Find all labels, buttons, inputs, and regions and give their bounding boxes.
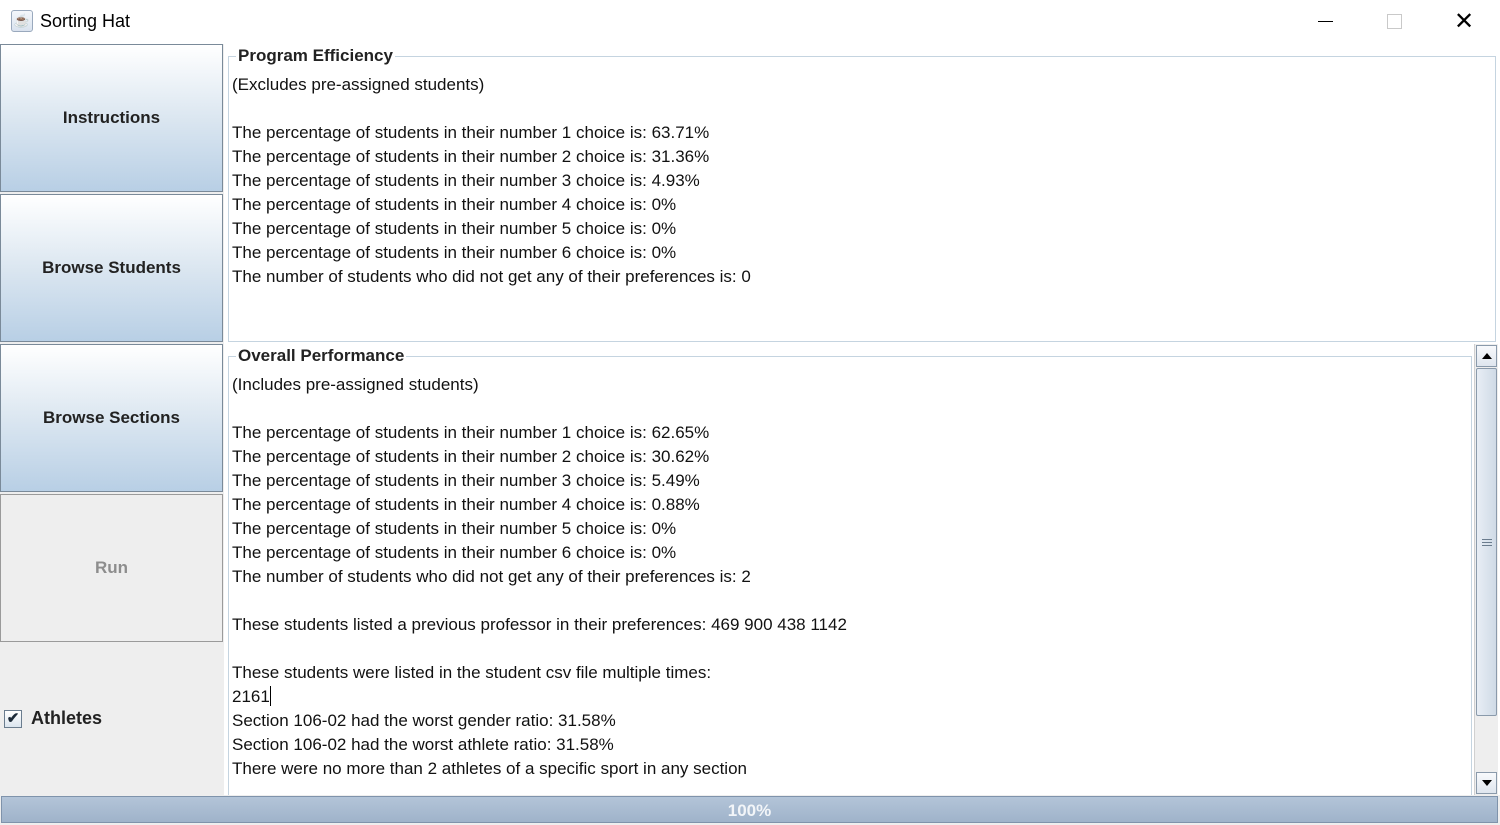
overall-performance-panel: Overall Performance (Includes pre-assign…	[228, 344, 1472, 795]
program-efficiency-title: Program Efficiency	[236, 46, 395, 66]
instructions-button[interactable]: Instructions	[0, 44, 223, 192]
run-button[interactable]: Run	[0, 494, 223, 642]
grip-icon	[1482, 539, 1492, 546]
title-bar: ☕ Sorting Hat ✕	[0, 0, 1500, 44]
progress-track: 100%	[1, 796, 1498, 823]
scroll-up-arrow-icon[interactable]	[1476, 345, 1497, 367]
java-cup-icon: ☕	[11, 10, 33, 32]
close-button[interactable]: ✕	[1441, 0, 1487, 44]
maximize-button[interactable]	[1371, 0, 1417, 44]
program-efficiency-panel: Program Efficiency (Excludes pre-assigne…	[228, 44, 1496, 342]
minimize-button[interactable]	[1302, 0, 1348, 44]
athletes-label[interactable]: Athletes	[31, 708, 102, 729]
sidebar: Instructions Browse Students Browse Sect…	[0, 44, 224, 795]
scroll-thumb[interactable]	[1476, 368, 1497, 716]
browse-students-button[interactable]: Browse Students	[0, 194, 223, 342]
text-caret	[269, 686, 271, 706]
browse-sections-button[interactable]: Browse Sections	[0, 344, 223, 492]
overall-performance-text[interactable]: (Includes pre-assigned students) The per…	[232, 373, 847, 781]
text-before-caret: (Includes pre-assigned students) The per…	[232, 375, 847, 706]
text-after-caret: Section 106-02 had the worst gender rati…	[232, 711, 747, 778]
progress-label: 100%	[727, 801, 772, 820]
overall-performance-title: Overall Performance	[236, 346, 407, 366]
athletes-checkbox[interactable]: ✔	[4, 710, 22, 728]
scroll-down-arrow-icon[interactable]	[1476, 772, 1497, 794]
vertical-scrollbar[interactable]	[1474, 344, 1498, 795]
progress-bar: 100%	[0, 795, 1500, 825]
program-efficiency-text[interactable]: (Excludes pre-assigned students) The per…	[232, 73, 751, 289]
window-title: Sorting Hat	[40, 11, 131, 31]
